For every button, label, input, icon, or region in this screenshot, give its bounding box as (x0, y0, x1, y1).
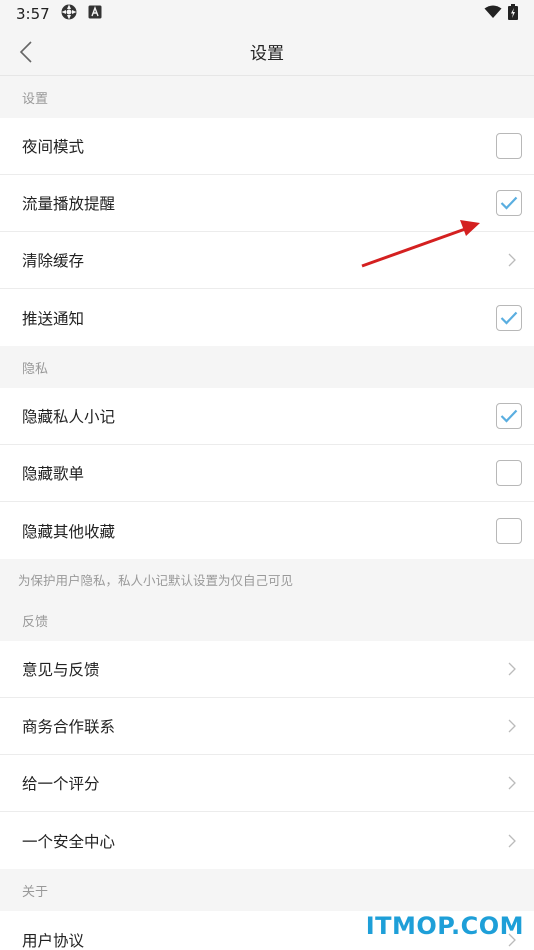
feedback-group: 意见与反馈 商务合作联系 给一个评分 一个安全中心 (0, 641, 534, 869)
section-header-feedback: 反馈 (0, 599, 534, 641)
hide-private-notes-checkbox[interactable] (496, 403, 522, 429)
row-clear-cache[interactable]: 清除缓存 (0, 232, 534, 289)
data-playback-alert-checkbox[interactable] (496, 190, 522, 216)
privacy-group: 隐藏私人小记 隐藏歌单 隐藏其他收藏 (0, 388, 534, 559)
hide-other-favorites-checkbox[interactable] (496, 517, 522, 544)
battery-charging-icon (508, 4, 518, 24)
row-label: 商务合作联系 (22, 718, 116, 736)
app-notification-icon (60, 3, 78, 25)
row-push-notification[interactable]: 推送通知 (0, 289, 534, 346)
row-feedback[interactable]: 意见与反馈 (0, 641, 534, 698)
row-label: 隐藏私人小记 (22, 408, 116, 426)
section-header-privacy: 隐私 (0, 346, 534, 388)
row-label: 用户协议 (22, 931, 85, 950)
settings-group: 夜间模式 流量播放提醒 清除缓存 推送通知 (0, 118, 534, 346)
row-hide-playlists[interactable]: 隐藏歌单 (0, 445, 534, 502)
chevron-right-icon (504, 775, 520, 791)
night-mode-checkbox[interactable] (496, 133, 522, 159)
chevron-right-icon (504, 252, 520, 268)
row-label: 一个安全中心 (22, 832, 116, 851)
row-label: 意见与反馈 (22, 661, 100, 679)
row-label: 推送通知 (22, 309, 85, 328)
chevron-right-icon (504, 833, 520, 849)
chevron-right-icon (504, 718, 520, 734)
row-hide-private-notes[interactable]: 隐藏私人小记 (0, 388, 534, 445)
section-header-settings: 设置 (0, 76, 534, 118)
row-rate-app[interactable]: 给一个评分 (0, 755, 534, 812)
row-label: 夜间模式 (22, 138, 85, 156)
watermark: ITMOP.COM (365, 912, 524, 940)
status-time: 3:57 (16, 5, 50, 23)
row-label: 隐藏歌单 (22, 465, 85, 483)
row-night-mode[interactable]: 夜间模式 (0, 118, 534, 175)
row-hide-other-favorites[interactable]: 隐藏其他收藏 (0, 502, 534, 559)
status-bar: 3:57 (0, 0, 534, 28)
push-notification-checkbox[interactable] (496, 304, 522, 331)
chevron-left-icon (19, 41, 32, 63)
row-label: 给一个评分 (22, 775, 100, 793)
check-icon (500, 409, 518, 423)
chevron-right-icon (504, 661, 520, 677)
hide-playlists-checkbox[interactable] (496, 460, 522, 486)
privacy-note: 为保护用户隐私，私人小记默认设置为仅自己可见 (0, 559, 534, 599)
nav-bar: 设置 (0, 28, 534, 76)
section-header-about: 关于 (0, 869, 534, 911)
row-business-contact[interactable]: 商务合作联系 (0, 698, 534, 755)
page-title: 设置 (250, 44, 284, 64)
font-notification-icon (88, 5, 102, 23)
check-icon (500, 196, 518, 210)
wifi-icon (484, 5, 502, 23)
status-left: 3:57 (16, 3, 102, 25)
status-right (484, 4, 518, 24)
row-label: 流量播放提醒 (22, 195, 116, 213)
row-security-center[interactable]: 一个安全中心 (0, 812, 534, 869)
row-label: 清除缓存 (22, 252, 85, 270)
row-data-playback-alert[interactable]: 流量播放提醒 (0, 175, 534, 232)
check-icon (500, 311, 518, 325)
back-button[interactable] (12, 38, 40, 66)
row-label: 隐藏其他收藏 (22, 522, 116, 541)
